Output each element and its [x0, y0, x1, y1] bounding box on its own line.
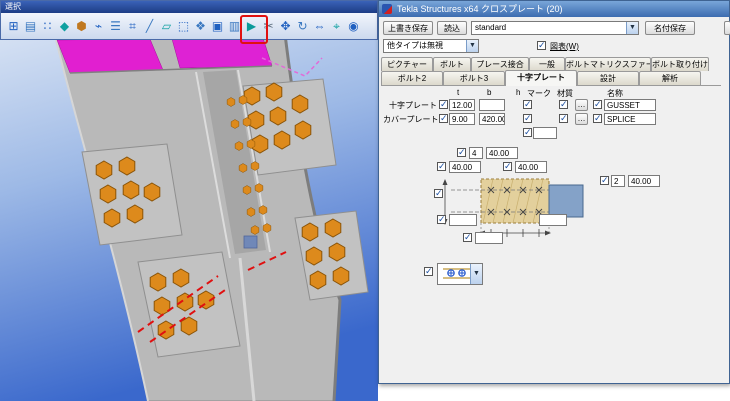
row-pitch-field[interactable]: 40.00 [486, 147, 518, 159]
tekla-logo-icon [382, 4, 392, 14]
rows-count-field[interactable]: 4 [469, 147, 483, 159]
tab-analysis[interactable]: 解析 [639, 71, 701, 85]
select-rotate-icon[interactable]: ↻ [294, 15, 311, 37]
edge-mid-checkbox[interactable] [503, 161, 512, 172]
select-move-icon[interactable]: ✥ [277, 15, 294, 37]
dialog-title: Tekla Structures x64 クロスプレート (20) [397, 4, 563, 14]
row0-browse-button[interactable]: … [575, 99, 588, 111]
save-as-button[interactable]: 名付保存 [645, 21, 695, 35]
dim-c-field[interactable] [475, 232, 503, 244]
ignore-other-types-combobox[interactable]: 他タイプは無視 ▼ [383, 39, 479, 53]
tab-bolt-attach[interactable]: ボルト取り付け [651, 57, 709, 71]
select-points-icon[interactable]: ∷ [39, 15, 56, 37]
diagram-checkbox[interactable] [537, 40, 546, 51]
tab-design[interactable]: 設計 [577, 71, 639, 85]
row-label: 十字プレート [389, 101, 437, 110]
rows-count-checkbox[interactable] [457, 147, 466, 158]
blue-member [548, 184, 584, 218]
select-rebar-icon[interactable]: ☰ [107, 15, 124, 37]
col-header-h: h [516, 88, 521, 97]
select-all-icon[interactable]: ⊞ [5, 15, 22, 37]
select-grid-icon[interactable]: ⌗ [124, 15, 141, 37]
tab-bolts[interactable]: ボルト [433, 57, 471, 71]
profile-combobox[interactable]: standard ▼ [471, 21, 639, 35]
select-zoom-icon[interactable]: ⌖ [328, 15, 345, 37]
tab-brace-conn[interactable]: プレース接合 [471, 57, 529, 71]
row-label: カバープレート [383, 115, 439, 124]
tab-bolts2[interactable]: ボルト2 [381, 71, 443, 85]
select-assembly-icon[interactable]: ❖ [192, 15, 209, 37]
select-weld-icon[interactable]: ⌁ [90, 15, 107, 37]
screen: 選択 ⊞ ▤ ∷ ◆ ⬢ ⌁ ☰ ⌗ ╱ ▱ ⬚ ❖ ▣ ▥ ▶ ✂ ✥ ↻ ⇔ ⌖ ◉ Tekla Structure… [0, 0, 730, 401]
chevron-down-icon[interactable]: ▼ [470, 264, 482, 284]
dim-c-checkbox[interactable] [463, 232, 472, 243]
edge-left-checkbox[interactable] [437, 161, 446, 172]
row0-enable-checkbox[interactable] [439, 99, 448, 110]
cols-count-checkbox[interactable] [600, 175, 609, 186]
select-line-icon[interactable]: ╱ [141, 15, 158, 37]
dialog-titlebar[interactable]: Tekla Structures x64 クロスプレート (20) [379, 1, 729, 17]
row2-mark-checkbox[interactable] [523, 127, 532, 138]
row1-enable-checkbox[interactable] [439, 113, 448, 124]
left-dim-checkbox[interactable] [434, 188, 443, 199]
row0-b-field[interactable] [479, 99, 505, 111]
row0-mark-checkbox[interactable] [523, 99, 532, 110]
col-header-t: t [457, 88, 460, 97]
row2-mark-field[interactable] [533, 127, 557, 139]
row1-name-field[interactable]: SPLICE [604, 113, 656, 125]
highlight-toolbar-icon [240, 15, 268, 44]
dim-a-checkbox[interactable] [437, 214, 446, 225]
select-measure-icon[interactable]: ⇔ [311, 15, 328, 37]
row0-t-field[interactable]: 12.00 [449, 99, 475, 111]
tab-general[interactable]: 一般 [529, 57, 565, 71]
select-plane-icon[interactable]: ▱ [158, 15, 175, 37]
bolt-symbol-thumbnail [443, 268, 471, 279]
row1-name-checkbox[interactable] [593, 113, 602, 124]
row1-browse-button[interactable]: … [575, 113, 588, 125]
dim-b-field[interactable] [539, 214, 567, 226]
row1-b-field[interactable]: 420.00 [479, 113, 505, 125]
row0-material-checkbox[interactable] [559, 99, 568, 110]
tab-cross-plate[interactable]: 十字プレート [505, 70, 577, 86]
save-button[interactable]: 上書き保存 [383, 21, 433, 35]
col-header-mark: マーク [527, 89, 551, 98]
component-dialog: Tekla Structures x64 クロスプレート (20) 上書き保存 … [378, 0, 730, 384]
select-snap-icon[interactable]: ◉ [345, 15, 362, 37]
bolt-symbol-dropdown[interactable]: ▼ [437, 263, 483, 285]
bolt-symbol-checkbox[interactable] [424, 266, 433, 277]
model-viewport[interactable]: 選択 ⊞ ▤ ∷ ◆ ⬢ ⌁ ☰ ⌗ ╱ ▱ ⬚ ❖ ▣ ▥ ▶ ✂ ✥ ↻ ⇔ ⌖ ◉ [0, 0, 378, 401]
select-parts-icon[interactable]: ▤ [22, 15, 39, 37]
diagram-label: 図表(W) [550, 42, 579, 51]
col-header-b: b [487, 88, 492, 97]
toolbar-icon-row: ⊞ ▤ ∷ ◆ ⬢ ⌁ ☰ ⌗ ╱ ▱ ⬚ ❖ ▣ ▥ ▶ ✂ ✥ ↻ ⇔ ⌖ ◉ [1, 13, 377, 39]
steel-block[interactable] [243, 235, 258, 249]
profile-value: standard [475, 23, 507, 32]
dim-a-field[interactable] [449, 214, 477, 226]
select-object-icon[interactable]: ▣ [209, 15, 226, 37]
row0-name-checkbox[interactable] [593, 99, 602, 110]
magenta-plate-left[interactable] [56, 38, 164, 74]
select-view-icon[interactable]: ⬚ [175, 15, 192, 37]
help-button-partial[interactable] [724, 21, 730, 35]
chevron-down-icon[interactable]: ▼ [626, 22, 638, 34]
row0-name-field[interactable]: GUSSET [604, 99, 656, 111]
load-button[interactable]: 読込 [437, 21, 467, 35]
col-header-name: 名称 [607, 89, 623, 98]
row1-mark-checkbox[interactable] [523, 113, 532, 124]
tab-picture[interactable]: ピクチャー [381, 57, 433, 71]
model-scene[interactable] [0, 0, 378, 401]
chevron-down-icon[interactable]: ▼ [466, 40, 478, 52]
col-header-material: 材質 [557, 89, 573, 98]
tab-bolt-matrix[interactable]: ボルトマトリクスファー [565, 57, 651, 71]
cols-count-field[interactable]: 2 [611, 175, 625, 187]
col-pitch-field[interactable]: 40.00 [628, 175, 660, 187]
selection-toolbar: 選択 ⊞ ▤ ∷ ◆ ⬢ ⌁ ☰ ⌗ ╱ ▱ ⬚ ❖ ▣ ▥ ▶ ✂ ✥ ↻ ⇔ ⌖ ◉ [0, 0, 378, 40]
ignore-other-types-value: 他タイプは無視 [387, 41, 443, 50]
select-component-icon[interactable]: ◆ [56, 15, 73, 37]
tab-bolts3[interactable]: ボルト3 [443, 71, 505, 85]
toolbar-title[interactable]: 選択 [1, 1, 377, 13]
row1-t-field[interactable]: 9.00 [449, 113, 475, 125]
select-bolt-icon[interactable]: ⬢ [73, 15, 90, 37]
row1-material-checkbox[interactable] [559, 113, 568, 124]
